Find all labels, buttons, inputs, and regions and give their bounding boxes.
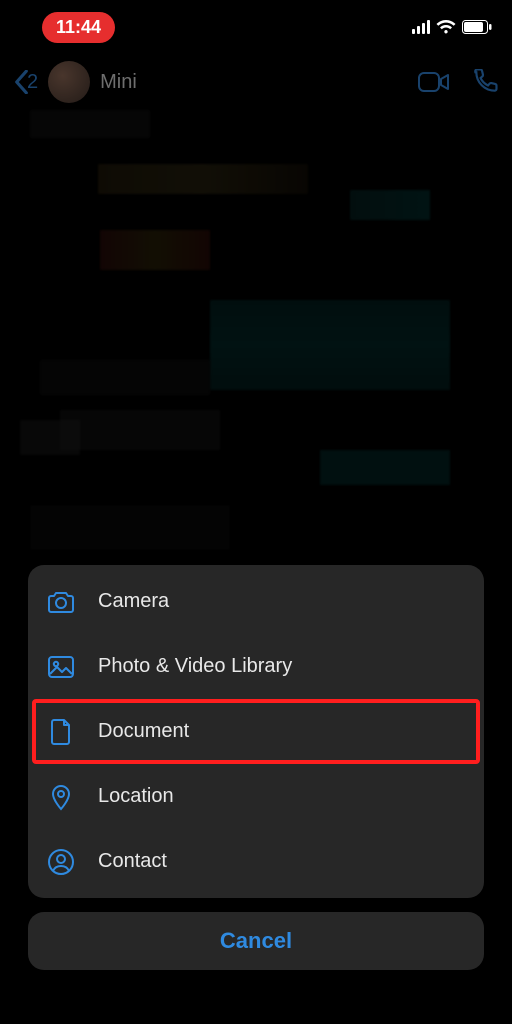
document-icon <box>46 717 76 747</box>
wifi-icon <box>436 20 456 34</box>
voice-call-button[interactable] <box>472 69 498 95</box>
attach-camera[interactable]: Camera <box>28 569 484 634</box>
phone-icon <box>472 69 498 95</box>
video-call-button[interactable] <box>418 72 450 92</box>
back-button[interactable]: 2 <box>14 70 38 94</box>
cell-signal-icon <box>412 20 430 34</box>
attach-location[interactable]: Location <box>28 764 484 829</box>
sheet-item-label: Camera <box>98 590 169 613</box>
attach-photo-library[interactable]: Photo & Video Library <box>28 634 484 699</box>
photo-icon <box>46 652 76 682</box>
contact-icon <box>46 847 76 877</box>
location-icon <box>46 782 76 812</box>
back-unread-count: 2 <box>27 71 38 94</box>
contact-name[interactable]: Mini <box>100 71 137 94</box>
attachment-action-sheet: Camera Photo & Video Library Document <box>28 565 484 970</box>
camera-icon <box>46 587 76 617</box>
phone-frame: 11:44 2 Mini <box>0 0 512 1024</box>
sheet-item-label: Location <box>98 785 174 808</box>
battery-icon <box>462 20 492 34</box>
video-icon <box>418 72 450 92</box>
avatar[interactable] <box>48 61 90 103</box>
status-indicators <box>412 20 492 34</box>
attach-document[interactable]: Document <box>28 699 484 764</box>
cancel-button[interactable]: Cancel <box>28 912 484 970</box>
sheet-item-label: Document <box>98 720 189 743</box>
sheet-item-label: Photo & Video Library <box>98 655 292 678</box>
attach-contact[interactable]: Contact <box>28 829 484 894</box>
sheet-item-label: Contact <box>98 850 167 873</box>
chat-navbar: 2 Mini <box>0 54 512 110</box>
status-time-recording[interactable]: 11:44 <box>42 12 115 43</box>
status-bar: 11:44 <box>0 0 512 54</box>
attachment-options-list: Camera Photo & Video Library Document <box>28 565 484 898</box>
